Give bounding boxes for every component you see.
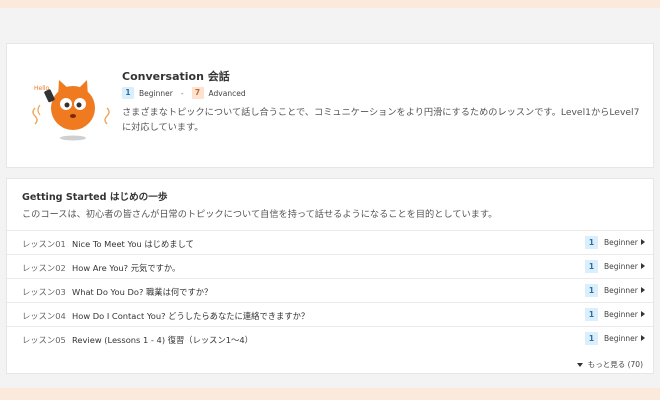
lesson-level-badge: 1 xyxy=(585,260,598,273)
level-to-badge: 7 xyxy=(191,87,204,99)
lesson-row[interactable]: レッスン04 How Do I Contact You? どうしたらあなたに連絡… xyxy=(7,302,653,326)
lesson-level-label: Beginner xyxy=(604,238,638,247)
course-level-range: 1 Beginner - 7 Advanced xyxy=(122,87,246,99)
lesson-row[interactable]: レッスン05 Review (Lessons 1 - 4) 復習（レッスン1〜4… xyxy=(7,326,653,350)
lesson-row[interactable]: レッスン02 How Are You? 元気ですか。 1 Beginner xyxy=(7,254,653,278)
lesson-number: レッスン04 xyxy=(22,311,66,321)
lesson-section-card: Getting Started はじめの一歩 このコースは、初心者の皆さんが日常… xyxy=(6,178,654,374)
lesson-row[interactable]: レッスン01 Nice To Meet You はじめまして 1 Beginne… xyxy=(7,230,653,254)
show-more-button[interactable]: もっと見る (70) xyxy=(576,359,643,370)
chevron-right-icon[interactable] xyxy=(641,335,645,341)
level-separator: - xyxy=(180,88,184,98)
lesson-title[interactable]: Review (Lessons 1 - 4) 復習（レッスン1〜4） xyxy=(72,334,253,346)
lesson-title[interactable]: Nice To Meet You はじめまして xyxy=(72,238,194,250)
level-from-badge: 1 xyxy=(122,87,134,99)
section-title: Getting Started はじめの一歩 xyxy=(22,192,168,203)
lesson-level-badge: 1 xyxy=(585,332,598,345)
top-banner-strip xyxy=(0,0,660,8)
lesson-number: レッスン02 xyxy=(22,263,66,273)
lesson-number: レッスン03 xyxy=(22,287,66,297)
lesson-level-label: Beginner xyxy=(604,310,638,319)
lesson-level-label: Beginner xyxy=(604,334,638,343)
lesson-number: レッスン05 xyxy=(22,335,66,345)
lesson-level-badge: 1 xyxy=(585,236,598,249)
orange-cat-mascot-icon: Hello xyxy=(32,80,110,141)
course-card: Hello Conversation 会話 1 Beginner - 7 Adv… xyxy=(6,43,654,168)
lesson-list: レッスン01 Nice To Meet You はじめまして 1 Beginne… xyxy=(7,230,653,350)
lesson-level-label: Beginner xyxy=(604,286,638,295)
course-description: さまざまなトピックについて話し合うことで、コミュニケーションをより円滑にするため… xyxy=(122,107,640,133)
lesson-level-badge: 1 xyxy=(585,284,598,297)
show-more-label[interactable]: もっと見る (70) xyxy=(588,359,643,370)
chevron-right-icon[interactable] xyxy=(641,239,645,245)
lesson-row[interactable]: レッスン03 What Do You Do? 職業は何ですか？ 1 Beginn… xyxy=(7,278,653,302)
lesson-title[interactable]: How Are You? 元気ですか。 xyxy=(72,262,180,274)
lesson-title[interactable]: How Do I Contact You? どうしたらあなたに連絡できますか？ xyxy=(72,310,309,322)
section-description: このコースは、初心者の皆さんが日常のトピックについて自信を持って話せるようになる… xyxy=(22,209,498,220)
chevron-right-icon[interactable] xyxy=(641,263,645,269)
lesson-number: レッスン01 xyxy=(22,239,66,249)
chevron-right-icon[interactable] xyxy=(641,287,645,293)
lesson-level-label: Beginner xyxy=(604,262,638,271)
lesson-level-badge: 1 xyxy=(585,308,598,321)
lesson-title[interactable]: What Do You Do? 職業は何ですか？ xyxy=(72,286,212,298)
level-from-label: Beginner xyxy=(139,88,173,98)
level-to-label: Advanced xyxy=(208,88,246,98)
mascot-hello-text: Hello xyxy=(34,85,50,92)
chevron-down-icon xyxy=(576,362,583,367)
bottom-banner-strip xyxy=(0,388,660,400)
chevron-right-icon[interactable] xyxy=(641,311,645,317)
course-title: Conversation 会話 xyxy=(122,70,230,83)
